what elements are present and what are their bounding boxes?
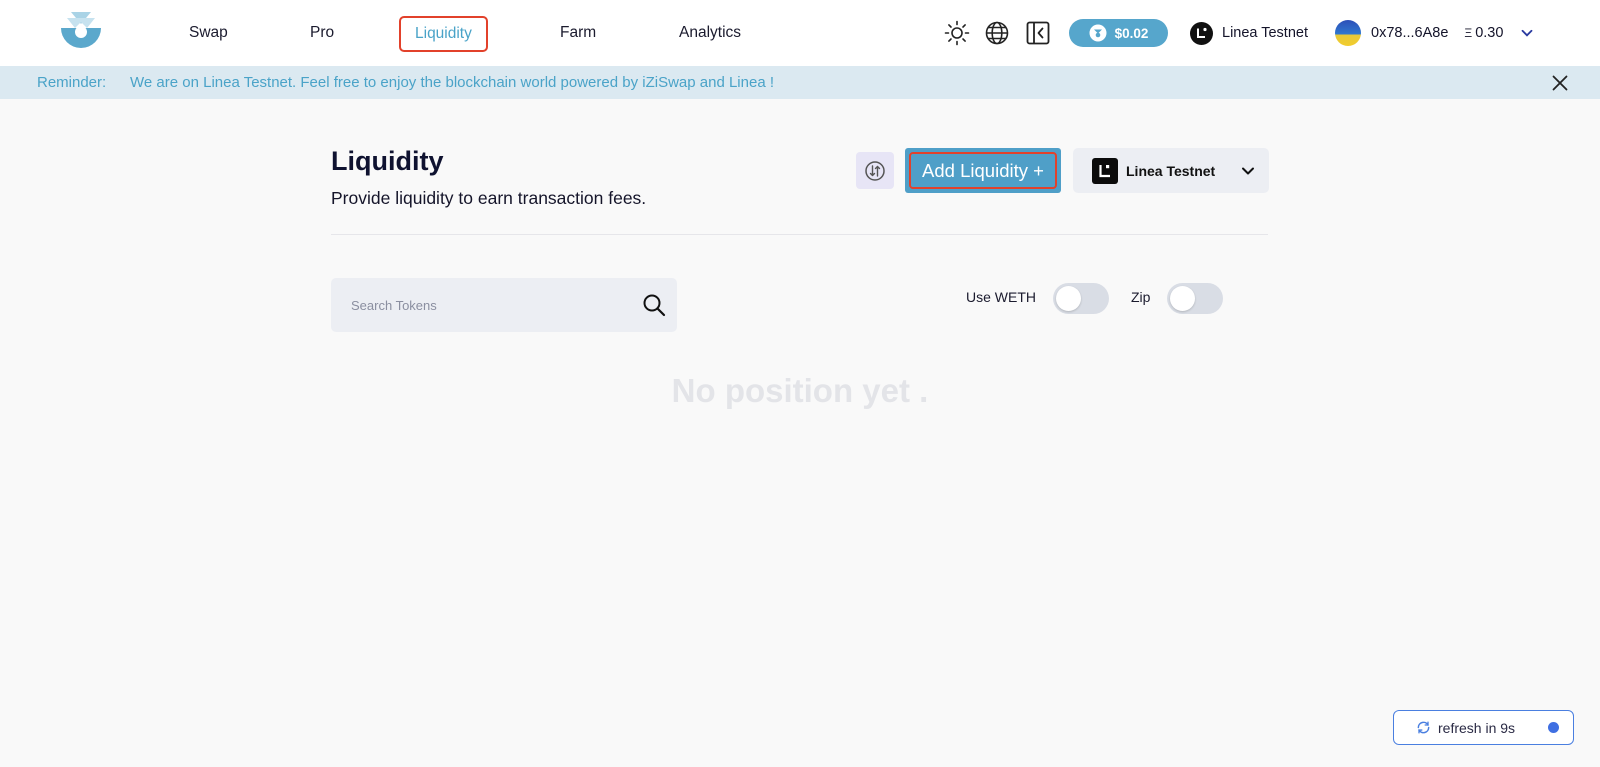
divider [331,234,1268,235]
search-input[interactable] [351,297,641,313]
balance-value: 0.30 [1475,25,1504,41]
page-subtitle: Provide liquidity to earn transaction fe… [331,188,647,208]
sidebar-collapse-icon[interactable] [1025,20,1051,46]
nav-swap[interactable]: Swap [189,20,228,46]
toggle-knob [1056,286,1081,311]
token-search [331,278,677,332]
chain-select-label: Linea Testnet [1126,162,1216,179]
chain-select[interactable]: Linea Testnet [1073,148,1269,193]
refresh-button[interactable]: refresh in 9s [1393,710,1574,745]
toggle-knob [1170,286,1195,311]
eth-symbol-icon: Ξ [1464,26,1473,40]
account-address: 0x78...6A8e [1371,25,1449,41]
nav-analytics[interactable]: Analytics [679,20,741,46]
sun-icon[interactable] [944,20,970,46]
reminder-message: We are on Linea Testnet. Feel free to en… [130,74,774,91]
avatar [1335,20,1361,46]
page-title: Liquidity [331,146,444,176]
token-price: $0.02 [1114,25,1149,41]
nav-pro[interactable]: Pro [310,20,334,46]
status-dot [1548,722,1559,733]
use-weth-label: Use WETH [966,289,1036,305]
use-weth-toggle[interactable] [1053,283,1109,314]
reminder-label: Reminder: [37,74,107,91]
account-menu[interactable]: 0x78...6A8e Ξ 0.30 [1335,19,1535,47]
chevron-down-icon [1242,167,1254,174]
network-switch[interactable]: Linea Testnet [1190,20,1308,46]
refresh-label: refresh in 9s [1438,719,1516,736]
top-navbar: Swap Pro Liquidity Farm Analytics $0.02 … [0,0,1600,66]
search-icon[interactable] [641,292,667,318]
network-name: Linea Testnet [1222,25,1308,41]
nav-farm[interactable]: Farm [560,20,596,46]
reminder-banner: Reminder: We are on Linea Testnet. Feel … [0,66,1600,99]
globe-icon[interactable] [984,20,1010,46]
empty-state-text: No position yet . [671,372,929,409]
linea-icon [1190,21,1213,45]
zip-label: Zip [1131,289,1151,305]
linea-logo-icon [1092,157,1118,184]
account-balance: Ξ 0.30 [1464,25,1503,41]
token-price-button[interactable]: $0.02 [1069,19,1168,47]
chevron-down-icon[interactable] [1519,25,1535,41]
add-liquidity-button[interactable]: Add Liquidity + [905,148,1061,193]
nav-liquidity[interactable]: Liquidity [399,16,488,52]
zip-toggle[interactable] [1167,283,1223,314]
izi-token-icon [1089,24,1107,42]
refresh-icon [1417,721,1430,734]
add-liquidity-label: Add Liquidity + [909,152,1057,189]
close-icon[interactable] [1550,73,1570,93]
exchange-icon [865,160,885,181]
exchange-button[interactable] [856,152,894,189]
